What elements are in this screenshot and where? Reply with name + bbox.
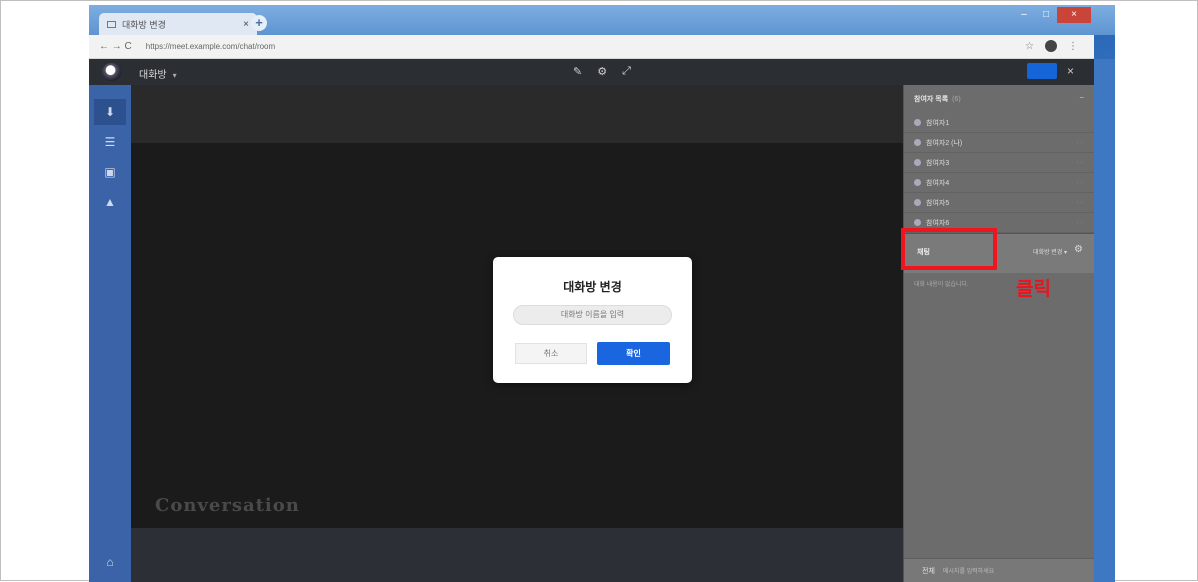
user-icon[interactable]: ▲ xyxy=(94,189,126,215)
header-tools: ✎ ⚙ ⤢ xyxy=(573,65,631,78)
participant-row[interactable]: 참여자2 (나) · · xyxy=(904,133,1095,153)
stage-footer xyxy=(131,528,903,582)
room-name-input[interactable]: 대화방 이름을 입력 xyxy=(513,305,672,325)
chat-input-bar: 전체 메시지를 입력하세요 xyxy=(904,558,1095,582)
participant-count: (6) xyxy=(952,96,961,103)
home-icon[interactable]: ⌂ xyxy=(94,549,126,575)
participant-status: · · xyxy=(1076,199,1083,206)
collapse-icon[interactable]: − xyxy=(1079,93,1084,102)
maximize-button[interactable]: □ xyxy=(1035,7,1057,23)
app-logo xyxy=(102,63,121,81)
stage-caption: Conversation xyxy=(155,495,300,516)
stage-header xyxy=(131,85,903,143)
change-room-dialog: 대화방 변경 대화방 이름을 입력 취소 확인 xyxy=(493,257,692,383)
minimize-button[interactable]: – xyxy=(1013,7,1035,23)
participant-row[interactable]: 참여자1 xyxy=(904,113,1095,133)
participant-row[interactable]: 참여자5 · · xyxy=(904,193,1095,213)
browser-tab[interactable]: 대화방 변경 × xyxy=(99,13,257,35)
panel-title: 참여자 목록 (6) xyxy=(914,94,961,104)
window-close-button[interactable]: × xyxy=(1057,7,1091,23)
participant-status: · · xyxy=(1076,159,1083,166)
participant-status: · · xyxy=(1076,219,1083,226)
participant-name: 참여자4 xyxy=(926,179,950,187)
screenshot-frame: 대화방 변경 × + – □ × ← → C https://meet.exam… xyxy=(0,0,1198,582)
click-highlight-box xyxy=(901,228,997,270)
participant-status: · · xyxy=(1076,139,1083,146)
chat-empty-note: 대화 내용이 없습니다. xyxy=(914,282,969,288)
chevron-down-icon: ▾ xyxy=(172,71,177,80)
address-bar[interactable]: https://meet.example.com/chat/room xyxy=(146,42,275,51)
participant-row[interactable]: 참여자4 · · xyxy=(904,173,1095,193)
list-icon[interactable]: ☰ xyxy=(94,129,126,155)
chat-room-select[interactable]: 대화방 변경 ▾ xyxy=(1033,247,1067,256)
participant-name: 참여자5 xyxy=(926,199,950,207)
download-icon[interactable]: ⬇ xyxy=(94,99,126,125)
header-action-button[interactable] xyxy=(1026,63,1057,79)
board-icon[interactable]: ▣ xyxy=(94,159,126,185)
desktop-edge xyxy=(1094,59,1115,582)
browser-toolbar: ← → C https://meet.example.com/chat/room… xyxy=(89,35,1094,59)
nav-buttons[interactable]: ← → C xyxy=(99,41,132,52)
click-annotation-label: 클릭 xyxy=(1016,279,1051,300)
avatar xyxy=(914,139,921,146)
tab-page-icon xyxy=(107,20,116,28)
avatar xyxy=(914,219,921,226)
browser-titlebar: 대화방 변경 × + – □ × xyxy=(89,5,1115,35)
menu-icon[interactable]: ⋮ xyxy=(1068,41,1078,52)
participant-name: 참여자6 xyxy=(926,219,950,227)
panel-title-text: 참여자 목록 xyxy=(914,96,949,103)
participant-name: 참여자1 xyxy=(926,119,950,127)
gear-icon[interactable]: ⚙ xyxy=(597,65,607,78)
avatar xyxy=(914,159,921,166)
room-name-label: 대화방 xyxy=(139,70,167,81)
recipient-select[interactable]: 전체 xyxy=(922,566,935,576)
tab-close-icon[interactable]: × xyxy=(243,19,249,30)
toolbar-actions: ☆ ⋮ xyxy=(1025,40,1078,52)
tab-title: 대화방 변경 xyxy=(122,19,166,30)
chat-settings-icon[interactable]: ⚙ xyxy=(1074,244,1083,255)
participant-name: 참여자3 xyxy=(926,159,950,167)
profile-icon[interactable] xyxy=(1045,40,1057,52)
dialog-title: 대화방 변경 xyxy=(563,280,622,294)
left-sidebar: ⬇ ☰ ▣ ▲ ⌂ xyxy=(89,85,131,582)
bookmark-icon[interactable]: ☆ xyxy=(1025,41,1034,52)
avatar xyxy=(914,199,921,206)
header-right: × xyxy=(1026,63,1074,79)
avatar xyxy=(914,179,921,186)
participant-row[interactable]: 참여자3 · · xyxy=(904,153,1095,173)
avatar xyxy=(914,119,921,126)
participants-panel: 참여자 목록 (6) − 참여자1 참여자2 (나) · · 참여자3 · · 참여자… xyxy=(903,85,1095,582)
participant-status: · · xyxy=(1076,179,1083,186)
new-tab-button[interactable]: + xyxy=(251,15,267,31)
pen-icon[interactable]: ✎ xyxy=(573,65,582,78)
app-header: 대화방 ▾ ✎ ⚙ ⤢ × xyxy=(89,59,1094,85)
confirm-button[interactable]: 확인 xyxy=(597,342,670,365)
close-icon[interactable]: × xyxy=(1067,64,1074,78)
fullscreen-icon[interactable]: ⤢ xyxy=(622,65,631,78)
cancel-button[interactable]: 취소 xyxy=(515,343,587,364)
window-controls: – □ × xyxy=(1013,7,1091,23)
chat-input[interactable]: 메시지를 입력하세요 xyxy=(943,566,994,575)
room-name[interactable]: 대화방 ▾ xyxy=(139,66,177,81)
participant-name: 참여자2 (나) xyxy=(926,139,963,147)
